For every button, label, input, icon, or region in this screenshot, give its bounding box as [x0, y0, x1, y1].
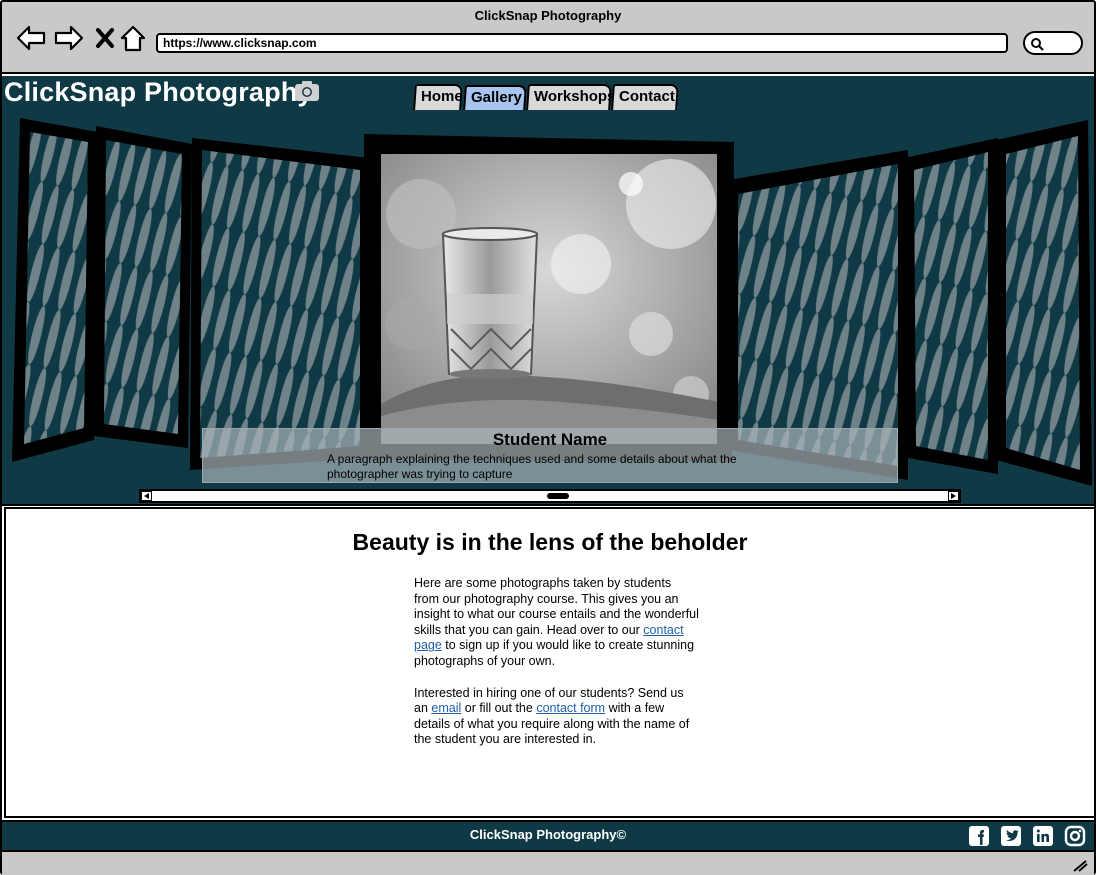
thumbnail-frame-right-3[interactable] [996, 120, 1092, 486]
gallery-carousel: Student Name A paragraph explaining the … [2, 110, 1094, 506]
scroll-left-arrow-icon[interactable] [141, 491, 152, 501]
email-link[interactable]: email [431, 701, 461, 715]
tab-gallery[interactable]: Gallery [463, 85, 527, 111]
tab-home-label: Home [421, 88, 463, 105]
site-logo-text[interactable]: ClickSnap Photography [4, 77, 313, 108]
p2-text-middle: or fill out the [461, 701, 537, 716]
tab-contact[interactable]: Contact [611, 84, 679, 110]
forward-button[interactable] [54, 24, 84, 52]
home-icon [120, 25, 146, 52]
page-heading: Beauty is in the lens of the beholder [352, 529, 748, 555]
facebook-icon[interactable] [968, 825, 990, 847]
linkedin-icon[interactable] [1032, 825, 1054, 847]
browser-window: ClickSnap Photography https://www.clicks… [0, 0, 1096, 875]
browser-toolbar: ClickSnap Photography https://www.clicks… [2, 2, 1094, 74]
tab-workshops-label: Workshops [534, 88, 616, 105]
twitter-icon[interactable] [1000, 825, 1022, 847]
site-footer: ClickSnap Photography© [2, 820, 1094, 850]
scroll-right-arrow-icon[interactable] [948, 491, 959, 501]
featured-photo[interactable] [380, 153, 718, 445]
stop-button[interactable] [90, 24, 114, 52]
carousel-scrollbar[interactable] [139, 489, 961, 503]
home-button[interactable] [118, 24, 148, 52]
back-button[interactable] [16, 24, 46, 52]
thumbnail-frame-right-2[interactable] [904, 138, 998, 474]
intro-paragraph-1: Here are some photographs taken by stude… [414, 576, 699, 670]
browser-search-button[interactable] [1023, 31, 1083, 55]
close-icon [96, 28, 114, 48]
tab-home[interactable]: Home [413, 84, 463, 110]
tab-gallery-label: Gallery [471, 89, 522, 106]
main-content: Beauty is in the lens of the beholder He… [4, 507, 1096, 818]
intro-text: Here are some photographs taken by stude… [414, 576, 699, 764]
back-arrow-icon [16, 25, 46, 51]
glass-photo-image [381, 154, 717, 444]
scroll-thumb[interactable] [547, 493, 569, 499]
address-bar[interactable]: https://www.clicksnap.com [156, 33, 1008, 53]
resize-grip-icon[interactable] [1072, 858, 1088, 872]
contact-form-link[interactable]: contact form [536, 701, 605, 715]
thumbnail-frame-left-1[interactable] [12, 118, 98, 462]
tab-contact-label: Contact [619, 88, 675, 105]
photo-caption: Student Name A paragraph explaining the … [202, 428, 898, 483]
search-icon [1031, 38, 1044, 51]
browser-status-bar [2, 850, 1094, 875]
tab-workshops[interactable]: Workshops [526, 84, 616, 110]
site-header: ClickSnap Photography Home Gallery Works… [2, 76, 1094, 111]
thumbnail-frame-left-2[interactable] [94, 126, 192, 448]
footer-copyright: ClickSnap Photography© [469, 827, 627, 842]
caption-student-name: Student Name [492, 430, 608, 449]
thumbnail-frame-left-3[interactable] [190, 138, 370, 470]
instagram-icon[interactable] [1064, 825, 1086, 847]
forward-arrow-icon [54, 25, 84, 51]
caption-description: A paragraph explaining the techniques us… [327, 452, 737, 481]
camera-icon [295, 81, 319, 101]
window-title: ClickSnap Photography [474, 8, 622, 23]
intro-paragraph-2: Interested in hiring one of our students… [414, 686, 699, 748]
p1-text-after: to sign up if you would like to create s… [414, 638, 695, 668]
